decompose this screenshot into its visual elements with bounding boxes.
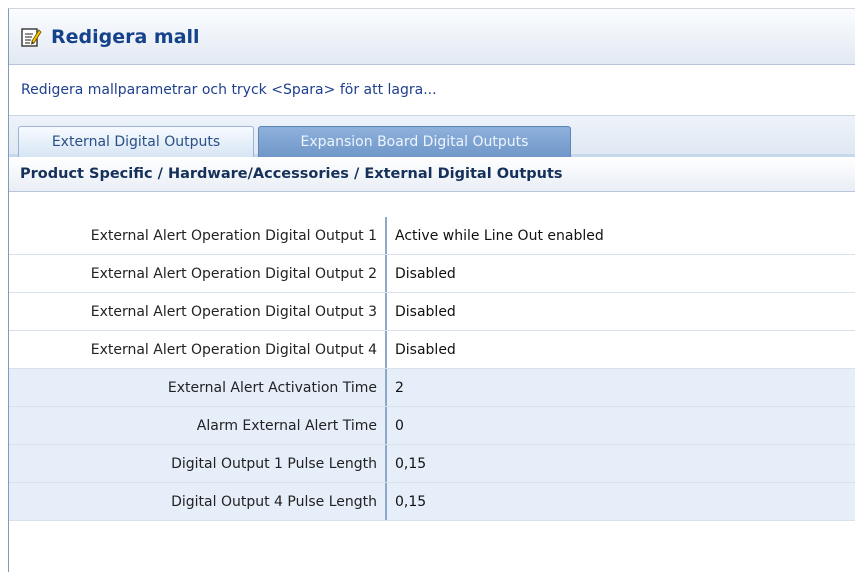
property-row[interactable]: Digital Output 1 Pulse Length 0,15: [9, 445, 855, 483]
property-grid: External Alert Operation Digital Output …: [9, 217, 855, 521]
property-value[interactable]: Disabled: [387, 293, 855, 330]
template-editor-window: Redigera mall Redigera mallparametrar oc…: [8, 8, 855, 572]
property-row[interactable]: External Alert Operation Digital Output …: [9, 255, 855, 293]
window-title: Redigera mall: [51, 25, 200, 48]
property-row[interactable]: External Alert Activation Time 2: [9, 369, 855, 407]
property-value[interactable]: 2: [387, 369, 855, 406]
property-value[interactable]: Disabled: [387, 255, 855, 292]
tab-strip: External Digital Outputs Expansion Board…: [9, 116, 855, 157]
property-value[interactable]: Disabled: [387, 331, 855, 368]
property-label: Digital Output 1 Pulse Length: [9, 445, 387, 482]
title-bar: Redigera mall: [9, 9, 855, 65]
property-row[interactable]: External Alert Operation Digital Output …: [9, 293, 855, 331]
property-value[interactable]: Active while Line Out enabled: [387, 217, 855, 254]
edit-document-icon: [20, 26, 42, 48]
property-value[interactable]: 0: [387, 407, 855, 444]
property-label: Digital Output 4 Pulse Length: [9, 483, 387, 520]
property-row[interactable]: External Alert Operation Digital Output …: [9, 217, 855, 255]
property-row[interactable]: Alarm External Alert Time 0: [9, 407, 855, 445]
property-row[interactable]: Digital Output 4 Pulse Length 0,15: [9, 483, 855, 521]
instruction-text: Redigera mallparametrar och tryck <Spara…: [9, 65, 855, 116]
tab-external-digital-outputs[interactable]: External Digital Outputs: [18, 126, 254, 157]
property-label: External Alert Operation Digital Output …: [9, 331, 387, 368]
property-row[interactable]: External Alert Operation Digital Output …: [9, 331, 855, 369]
property-label: External Alert Activation Time: [9, 369, 387, 406]
section-header: Product Specific / Hardware/Accessories …: [9, 157, 855, 192]
property-value[interactable]: 0,15: [387, 483, 855, 520]
property-label: External Alert Operation Digital Output …: [9, 293, 387, 330]
property-label: Alarm External Alert Time: [9, 407, 387, 444]
tab-expansion-board-digital-outputs[interactable]: Expansion Board Digital Outputs: [258, 126, 571, 157]
property-label: External Alert Operation Digital Output …: [9, 255, 387, 292]
property-label: External Alert Operation Digital Output …: [9, 217, 387, 254]
property-value[interactable]: 0,15: [387, 445, 855, 482]
